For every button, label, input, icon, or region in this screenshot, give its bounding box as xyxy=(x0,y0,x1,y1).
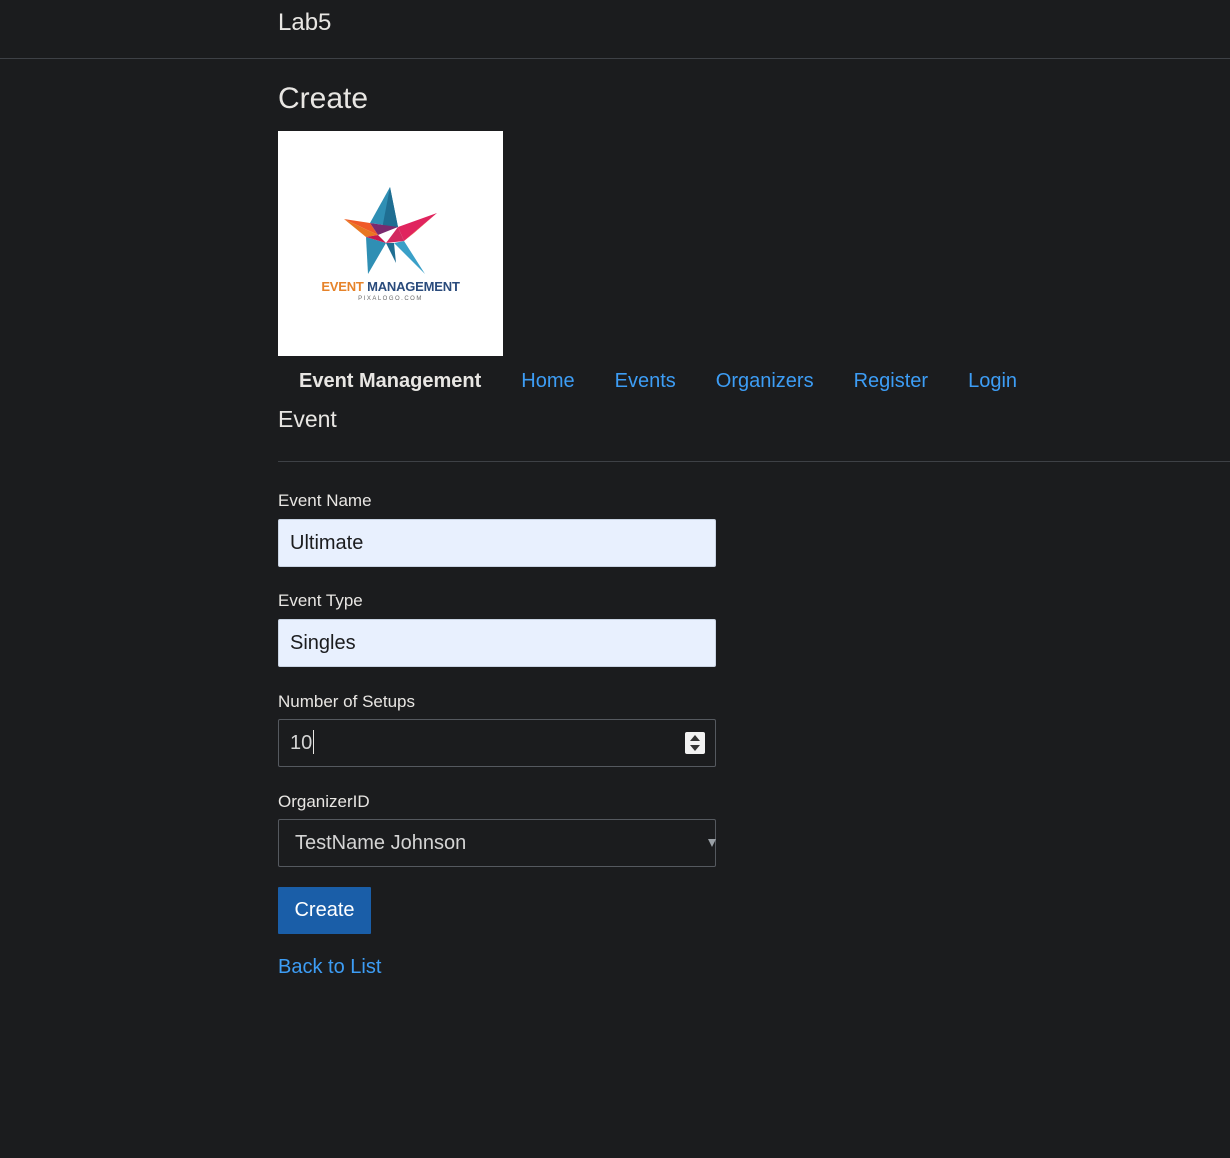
event-type-value: Singles xyxy=(290,632,356,654)
app-brand-link[interactable]: Lab5 xyxy=(278,9,331,37)
event-type-input[interactable]: Singles xyxy=(278,619,716,667)
organizer-selected-value: TestName Johnson xyxy=(295,832,467,854)
event-type-label: Event Type xyxy=(278,591,363,610)
site-nav: Event Management Home Events Organizers … xyxy=(278,367,1057,395)
organizer-label: OrganizerID xyxy=(278,792,370,811)
section-title: Event xyxy=(278,406,337,432)
spinner-up-icon[interactable] xyxy=(690,735,700,741)
nav-brand[interactable]: Event Management xyxy=(299,370,481,393)
spinner-down-icon[interactable] xyxy=(690,745,700,751)
nav-link-register[interactable]: Register xyxy=(854,370,928,393)
nav-link-home[interactable]: Home xyxy=(521,370,574,393)
nav-link-events[interactable]: Events xyxy=(615,370,676,393)
nav-link-login[interactable]: Login xyxy=(968,370,1017,393)
top-navbar: Lab5 xyxy=(0,0,1230,59)
logo-word-event: EVENT xyxy=(321,279,364,294)
number-spinner[interactable] xyxy=(685,732,705,754)
chevron-down-icon xyxy=(708,839,716,847)
divider xyxy=(278,461,1230,462)
create-button[interactable]: Create xyxy=(278,887,371,934)
star-logo-icon xyxy=(344,187,437,274)
event-name-value: Ultimate xyxy=(290,532,364,554)
logo-wordmark: EVENT MANAGEMENT xyxy=(278,279,503,294)
back-to-list-link[interactable]: Back to List xyxy=(278,956,381,979)
setups-label: Number of Setups xyxy=(278,692,416,711)
event-name-label: Event Name xyxy=(278,491,372,510)
setups-number-input[interactable]: 10 xyxy=(278,719,716,767)
logo-word-management: MANAGEMENT xyxy=(367,279,460,294)
page-title: Create xyxy=(278,82,369,115)
text-caret xyxy=(313,729,315,754)
nav-link-organizers[interactable]: Organizers xyxy=(716,370,814,393)
organizer-select[interactable]: TestName Johnson xyxy=(278,819,716,867)
event-name-input[interactable]: Ultimate xyxy=(278,519,716,567)
event-management-logo: EVENT MANAGEMENT PIXALOGO.COM xyxy=(278,131,503,356)
logo-subtext: PIXALOGO.COM xyxy=(358,296,423,302)
setups-value: 10 xyxy=(290,732,313,754)
